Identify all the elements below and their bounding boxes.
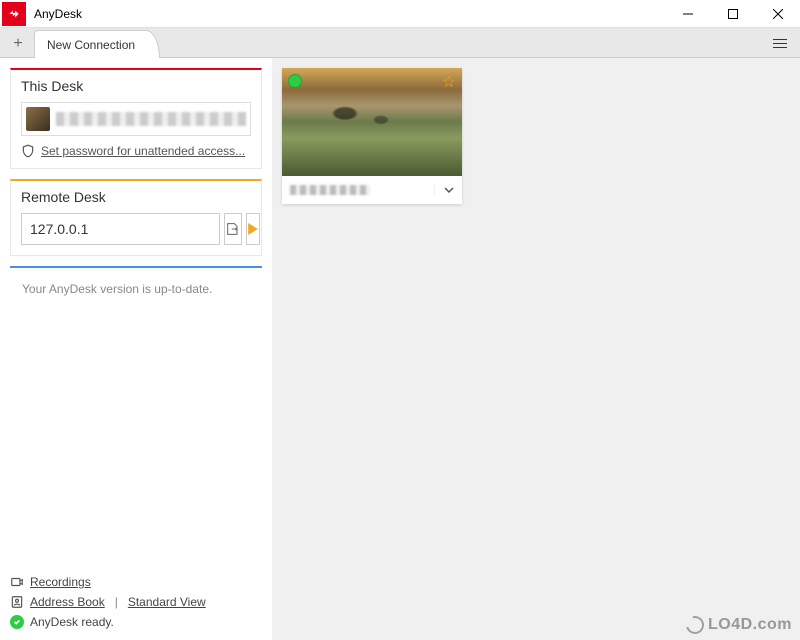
maximize-button[interactable] (710, 0, 755, 28)
app-title: AnyDesk (34, 7, 82, 21)
status-online-icon (288, 74, 302, 88)
panel-update-status: Your AnyDesk version is up-to-date. (10, 266, 262, 316)
connect-button[interactable] (246, 213, 260, 245)
separator: | (115, 595, 118, 609)
set-password-link[interactable]: Set password for unattended access... (21, 144, 251, 158)
recent-session-card[interactable]: ☆ (282, 68, 462, 204)
panel-title: This Desk (21, 78, 251, 94)
update-message: Your AnyDesk version is up-to-date. (20, 276, 252, 306)
panel-title: Remote Desk (21, 189, 251, 205)
address-book-link[interactable]: Address Book (30, 595, 105, 609)
recordings-icon (10, 575, 24, 589)
session-label (282, 185, 434, 195)
status-text: AnyDesk ready. (30, 615, 114, 629)
remote-address-input[interactable] (21, 213, 220, 245)
address-value-redacted (56, 112, 246, 126)
status-ok-icon (10, 615, 24, 629)
minimize-button[interactable] (665, 0, 710, 28)
address-book-icon (10, 595, 24, 609)
session-thumbnail: ☆ (282, 68, 462, 176)
hamburger-menu-button[interactable] (768, 32, 792, 54)
tabbar: + New Connection (0, 28, 800, 58)
titlebar: AnyDesk (0, 0, 800, 28)
close-button[interactable] (755, 0, 800, 28)
watermark-icon (683, 613, 708, 638)
favorite-star-icon[interactable]: ☆ (442, 72, 456, 92)
right-column: ☆ (272, 58, 800, 574)
panel-remote-desk: Remote Desk (10, 179, 262, 256)
file-transfer-button[interactable] (224, 213, 242, 245)
shield-icon (21, 144, 35, 158)
tab-new-connection[interactable]: New Connection (34, 30, 160, 58)
watermark-text: LO4D.com (708, 616, 792, 634)
watermark: LO4D.com (686, 616, 792, 634)
this-desk-address[interactable] (21, 102, 251, 136)
standard-view-link[interactable]: Standard View (128, 595, 206, 609)
footer: Recordings Address Book | Standard View … (0, 566, 272, 640)
set-password-label: Set password for unattended access... (41, 144, 245, 158)
app-logo (2, 2, 26, 26)
panel-this-desk: This Desk Set password for unattended ac… (10, 68, 262, 169)
main-area: This Desk Set password for unattended ac… (0, 58, 800, 574)
session-name-redacted (290, 185, 370, 195)
tab-label: New Connection (47, 38, 135, 52)
left-column: This Desk Set password for unattended ac… (0, 58, 272, 574)
new-tab-button[interactable]: + (4, 31, 32, 57)
avatar (26, 107, 50, 131)
session-options-button[interactable] (434, 185, 462, 195)
recordings-link[interactable]: Recordings (30, 575, 91, 589)
